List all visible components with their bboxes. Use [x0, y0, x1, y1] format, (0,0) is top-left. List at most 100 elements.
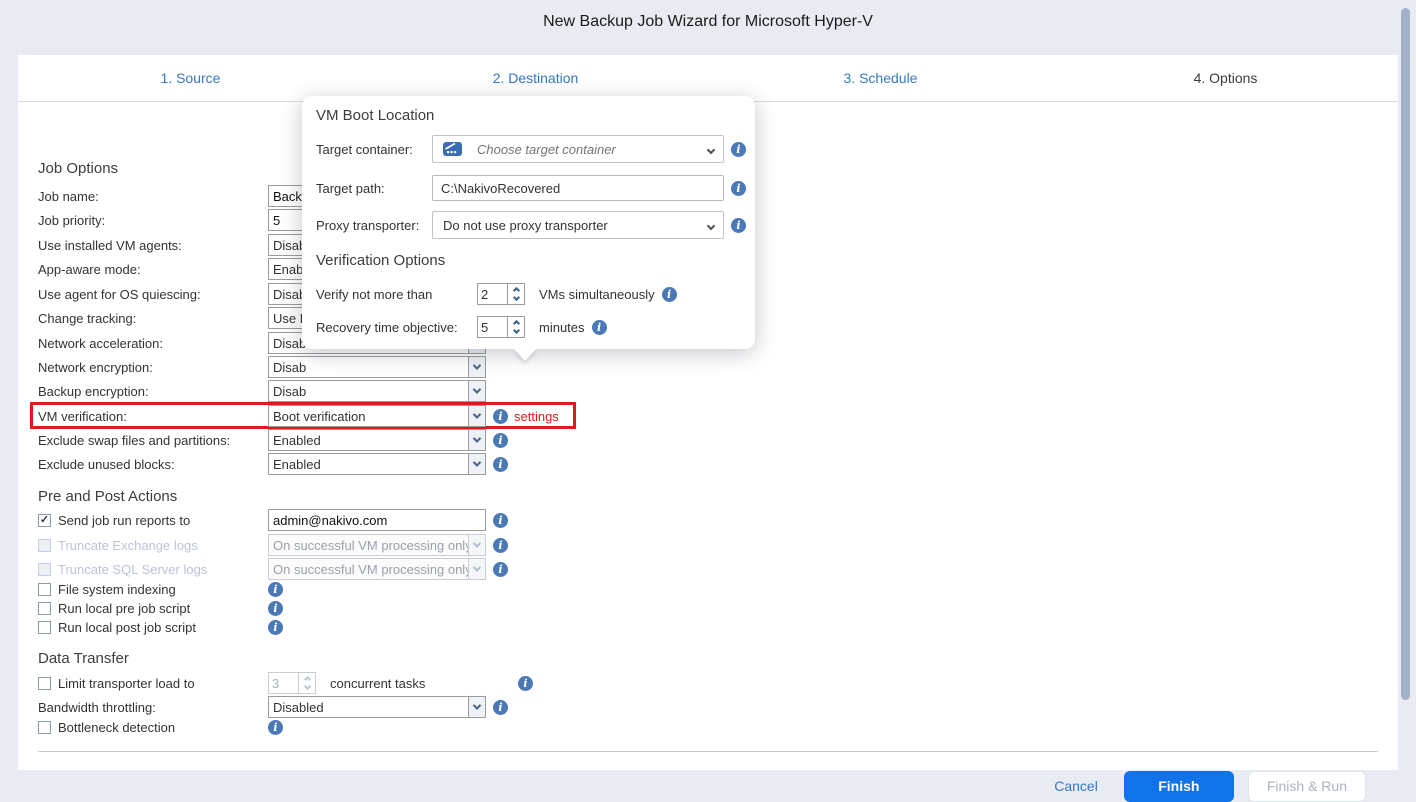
proxy-transporter-select[interactable]: Do not use proxy transporter [432, 211, 724, 239]
exclude-swap-select[interactable]: Enabled [268, 429, 486, 451]
chevron-down-icon [468, 454, 485, 474]
report-email-input[interactable] [268, 509, 486, 531]
post-script-checkbox[interactable] [38, 620, 51, 634]
info-icon[interactable] [268, 619, 283, 635]
chevron-down-icon [468, 381, 485, 401]
tab-schedule[interactable]: 3. Schedule [708, 70, 1053, 86]
target-container-select[interactable]: Choose target container [432, 135, 724, 163]
verify-count-spinner[interactable] [477, 283, 525, 305]
info-icon[interactable] [493, 432, 508, 448]
finish-and-run-button[interactable]: Finish & Run [1247, 770, 1366, 802]
bottleneck-label: Bottleneck detection [58, 719, 176, 735]
concurrent-tasks-spinner [268, 672, 316, 694]
window-titlebar: New Backup Job Wizard for Microsoft Hype… [0, 0, 1416, 55]
network-acceleration-label: Network acceleration: [38, 335, 163, 351]
info-icon[interactable] [661, 286, 677, 302]
vm-boot-location-popup: VM Boot Location Target container: Choos… [302, 96, 755, 361]
bandwidth-select[interactable]: Disabled [268, 696, 486, 718]
chevron-down-icon [468, 559, 485, 579]
app-aware-label: App-aware mode: [38, 261, 141, 277]
info-icon[interactable] [493, 699, 508, 715]
target-container-label: Target container: [316, 141, 413, 157]
rto-suffix: minutes [539, 319, 585, 335]
network-encryption-select[interactable]: Disab [268, 356, 486, 378]
limit-load-checkbox[interactable] [38, 676, 51, 690]
job-priority-label: Job priority: [38, 212, 106, 228]
info-icon[interactable] [268, 719, 283, 735]
vm-agents-label: Use installed VM agents: [38, 237, 182, 253]
spinner-arrows-icon[interactable] [507, 284, 524, 304]
exclude-swap-label: Exclude swap files and partitions: [38, 432, 231, 448]
info-icon[interactable] [731, 217, 746, 233]
backup-encryption-label: Backup encryption: [38, 383, 149, 399]
chevron-down-icon [706, 145, 716, 155]
exclude-unused-select[interactable]: Enabled [268, 453, 486, 475]
footer-actions: Cancel Finish Finish & Run [1054, 770, 1366, 802]
fs-indexing-checkbox[interactable] [38, 582, 51, 596]
exclude-unused-label: Exclude unused blocks: [38, 456, 175, 472]
target-path-label: Target path: [316, 180, 385, 196]
section-pre-post: Pre and Post Actions [38, 488, 178, 505]
cancel-button[interactable]: Cancel [1054, 778, 1098, 794]
info-icon[interactable] [731, 141, 746, 157]
job-name-label: Job name: [38, 188, 99, 204]
info-icon[interactable] [493, 456, 508, 472]
chevron-down-icon [706, 221, 716, 231]
info-icon[interactable] [493, 561, 508, 577]
tab-options[interactable]: 4. Options [1053, 70, 1398, 86]
info-icon[interactable] [493, 512, 508, 528]
popup-title: VM Boot Location [316, 107, 435, 124]
info-icon[interactable] [268, 600, 283, 616]
pre-script-checkbox[interactable] [38, 601, 51, 615]
info-icon[interactable] [493, 408, 508, 424]
footer-divider [38, 751, 1378, 752]
section-data-transfer: Data Transfer [38, 650, 129, 667]
send-reports-checkbox[interactable] [38, 513, 51, 527]
target-path-input[interactable] [432, 175, 724, 201]
chevron-down-icon [468, 430, 485, 450]
info-icon[interactable] [731, 180, 746, 196]
vm-verification-settings-link[interactable]: settings [514, 409, 559, 424]
spinner-arrows-icon[interactable] [507, 317, 524, 337]
tab-destination[interactable]: 2. Destination [363, 70, 708, 86]
verify-count-label: Verify not more than [316, 286, 433, 302]
pre-script-label: Run local pre job script [58, 600, 191, 616]
popup-pointer [514, 349, 536, 361]
send-reports-label: Send job run reports to [58, 512, 191, 528]
truncate-sql-checkbox[interactable] [38, 562, 51, 576]
fs-indexing-label: File system indexing [58, 581, 176, 597]
vm-verification-select[interactable]: Boot verification [268, 405, 486, 427]
limit-load-label: Limit transporter load to [58, 675, 195, 691]
chevron-down-icon [468, 535, 485, 555]
section-job-options: Job Options [38, 160, 119, 177]
info-icon[interactable] [493, 537, 508, 553]
concurrent-tasks-suffix: concurrent tasks [330, 675, 426, 691]
proxy-transporter-value: Do not use proxy transporter [443, 217, 608, 233]
os-quiescing-label: Use agent for OS quiescing: [38, 286, 201, 302]
change-tracking-label: Change tracking: [38, 310, 137, 326]
wizard-steps: 1. Source 2. Destination 3. Schedule 4. … [18, 55, 1398, 102]
container-icon [443, 142, 462, 156]
rto-label: Recovery time objective: [316, 319, 458, 335]
rto-spinner[interactable] [477, 316, 525, 338]
tab-source[interactable]: 1. Source [18, 70, 363, 86]
network-encryption-label: Network encryption: [38, 359, 153, 375]
backup-encryption-select[interactable]: Disab [268, 380, 486, 402]
verify-count-suffix: VMs simultaneously [539, 286, 655, 302]
truncate-exchange-checkbox[interactable] [38, 538, 51, 552]
target-container-placeholder: Choose target container [477, 141, 616, 157]
proxy-transporter-label: Proxy transporter: [316, 217, 420, 233]
vertical-scrollbar[interactable] [1401, 8, 1410, 700]
bottleneck-checkbox[interactable] [38, 720, 51, 734]
chevron-down-icon [468, 357, 485, 377]
vm-verification-label: VM verification: [38, 408, 127, 424]
truncate-sql-label: Truncate SQL Server logs [58, 561, 208, 577]
info-icon[interactable] [268, 581, 283, 597]
spinner-arrows-icon [298, 673, 315, 693]
finish-button[interactable]: Finish [1123, 770, 1234, 802]
chevron-down-icon [468, 406, 485, 426]
truncate-sql-select: On successful VM processing only [268, 558, 486, 580]
info-icon[interactable] [591, 319, 607, 335]
info-icon[interactable] [518, 675, 533, 691]
chevron-down-icon [468, 697, 485, 717]
